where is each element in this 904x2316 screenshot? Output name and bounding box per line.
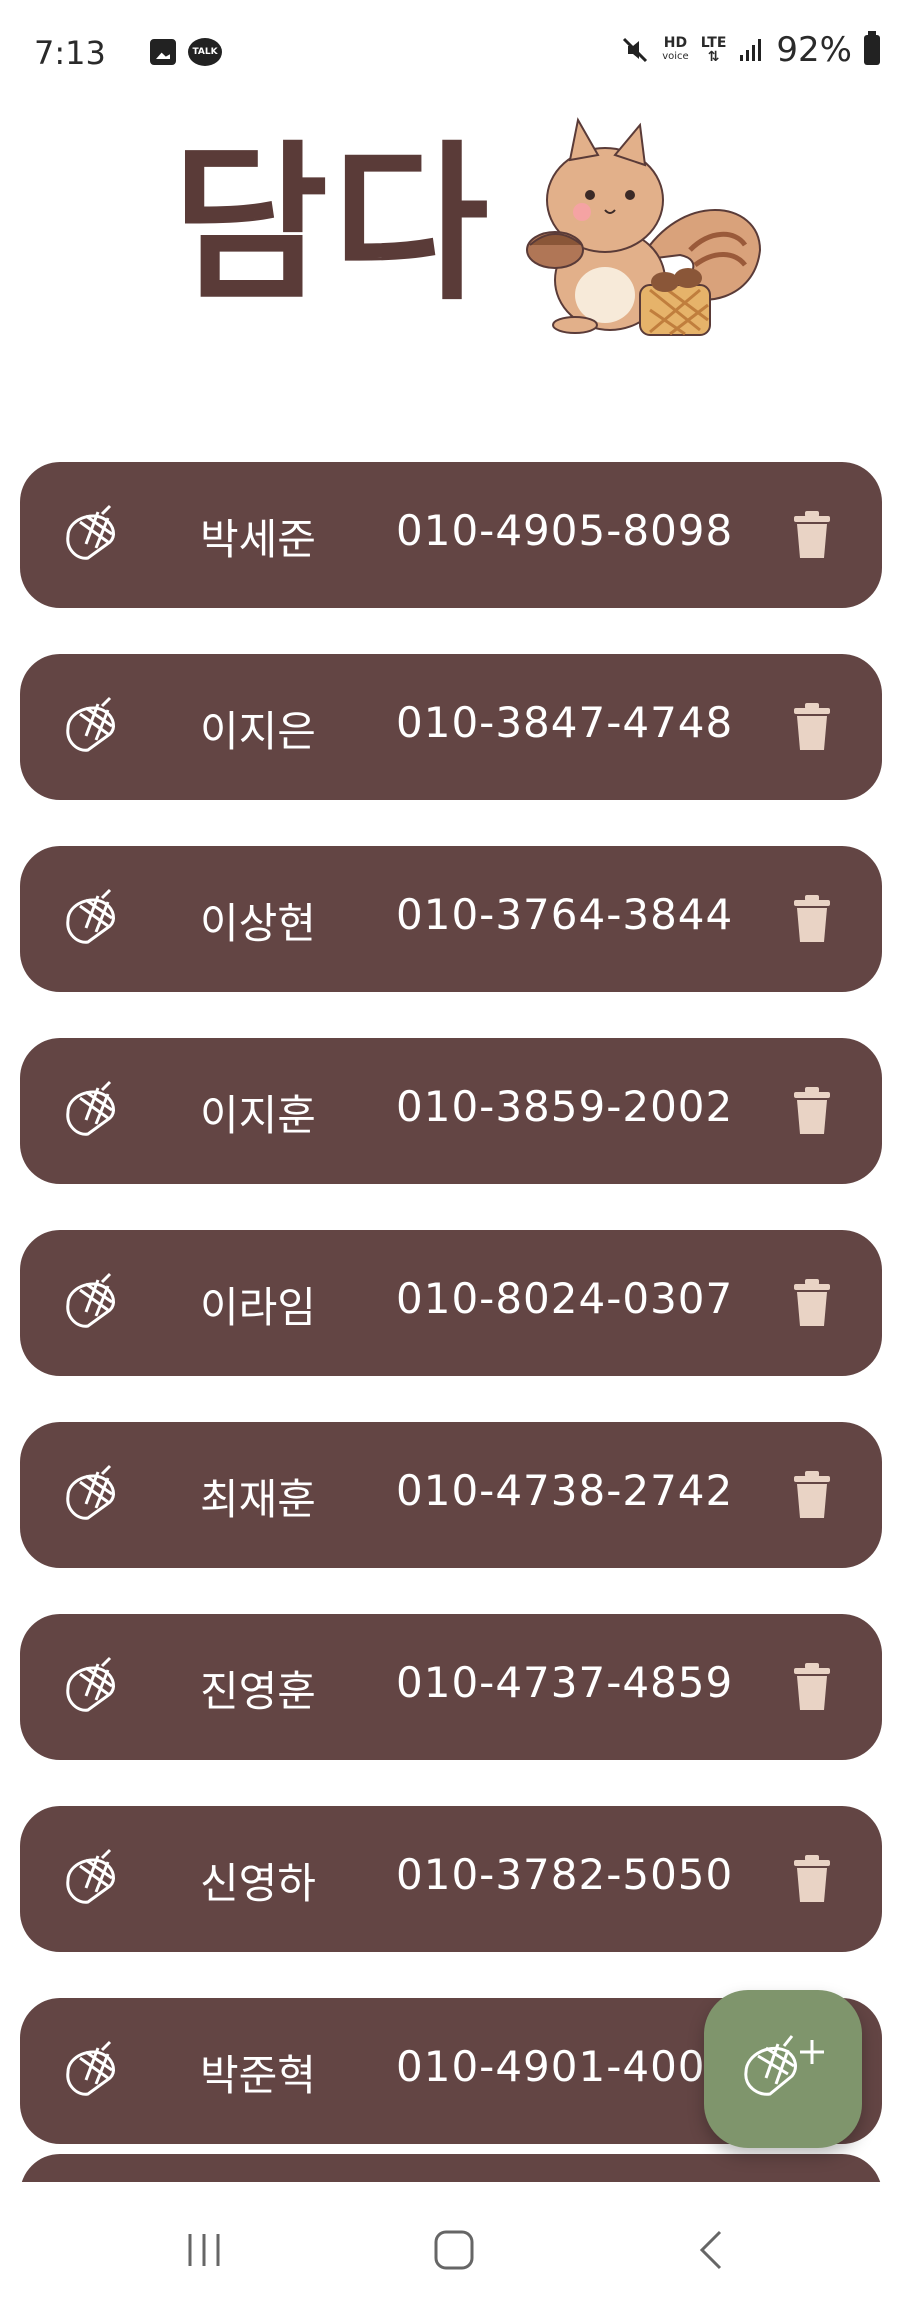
- mute-icon: [623, 37, 648, 63]
- battery-icon: [864, 31, 880, 65]
- contact-list[interactable]: 박세준 010-4905-8098 이지은 010-3847-4748 이상현 …: [20, 462, 882, 2182]
- contact-name: 이지은: [200, 707, 316, 756]
- add-contact-button[interactable]: [704, 1990, 862, 2148]
- add-acorn-icon: [744, 2035, 824, 2096]
- battery-percent: 92%: [776, 30, 852, 70]
- contact-phone: 010-4905-8098: [396, 506, 734, 555]
- contact-phone: 010-3847-4748: [396, 698, 734, 747]
- contact-row[interactable]: 최재훈 010-4738-2742: [20, 1422, 882, 1568]
- app-title: 담다: [172, 126, 493, 324]
- contact-row[interactable]: 박세준 010-4905-8098: [20, 462, 882, 608]
- contact-phone: 010-3782-5050: [396, 1850, 734, 1899]
- acorn-icon: [66, 504, 115, 560]
- trash-icon[interactable]: [790, 1662, 834, 1712]
- contact-name: 박준혁: [200, 2051, 316, 2100]
- lte-indicator: LTE ⇅: [700, 35, 727, 65]
- gallery-icon: [150, 39, 176, 65]
- trash-icon[interactable]: [790, 1854, 834, 1904]
- acorn-icon: [66, 1848, 115, 1904]
- contact-phone: 010-4738-2742: [396, 1466, 734, 1515]
- trash-icon[interactable]: [790, 1278, 834, 1328]
- contact-phone: 010-4737-4859: [396, 1658, 734, 1707]
- status-bar: 7:13 TALK HD voice LTE ⇅ 92%: [0, 0, 904, 110]
- contact-phone: 010-8024-0307: [396, 1274, 734, 1323]
- back-icon[interactable]: [692, 2228, 732, 2272]
- home-icon[interactable]: [432, 2228, 476, 2272]
- contact-phone: 010-3764-3844: [396, 890, 734, 939]
- contact-row[interactable]: 진영훈 010-4737-4859: [20, 1614, 882, 1760]
- contact-name: 최재훈: [200, 1475, 316, 1524]
- contact-row[interactable]: 신영하 010-3782-5050: [20, 1806, 882, 1952]
- trash-icon[interactable]: [790, 1086, 834, 1136]
- contact-row[interactable]: 이지훈 010-3859-2002: [20, 1038, 882, 1184]
- acorn-icon: [66, 888, 115, 944]
- acorn-icon: [66, 1272, 115, 1328]
- contact-phone: 010-3859-2002: [396, 1082, 734, 1131]
- contact-name: 이지훈: [200, 1091, 316, 1140]
- acorn-icon: [66, 696, 115, 752]
- recent-apps-icon[interactable]: [184, 2228, 224, 2272]
- contact-name: 진영훈: [200, 1667, 316, 1716]
- contact-phone: 010-4901-4003: [396, 2042, 734, 2091]
- contact-row[interactable]: 이지은 010-3847-4748: [20, 654, 882, 800]
- hd-voice-indicator: HD voice: [662, 35, 689, 62]
- squirrel-mascot: [526, 117, 762, 336]
- trash-icon[interactable]: [790, 1470, 834, 1520]
- acorn-icon: [66, 1656, 115, 1712]
- navigation-bar: [0, 2192, 904, 2316]
- contact-row[interactable]: [20, 2154, 882, 2182]
- signal-icon: [740, 39, 762, 61]
- acorn-icon: [66, 1080, 115, 1136]
- contact-name: 이상현: [200, 899, 316, 948]
- acorn-icon: [66, 1464, 115, 1520]
- kakaotalk-icon: TALK: [188, 38, 222, 66]
- status-time: 7:13: [34, 34, 106, 72]
- contact-name: 신영하: [200, 1859, 316, 1908]
- acorn-icon: [66, 2040, 115, 2096]
- trash-icon[interactable]: [790, 894, 834, 944]
- contact-name: 이라임: [200, 1283, 316, 1332]
- contact-row[interactable]: 이상현 010-3764-3844: [20, 846, 882, 992]
- trash-icon[interactable]: [790, 702, 834, 752]
- trash-icon[interactable]: [790, 510, 834, 560]
- contact-row[interactable]: 이라임 010-8024-0307: [20, 1230, 882, 1376]
- contact-name: 박세준: [200, 515, 316, 564]
